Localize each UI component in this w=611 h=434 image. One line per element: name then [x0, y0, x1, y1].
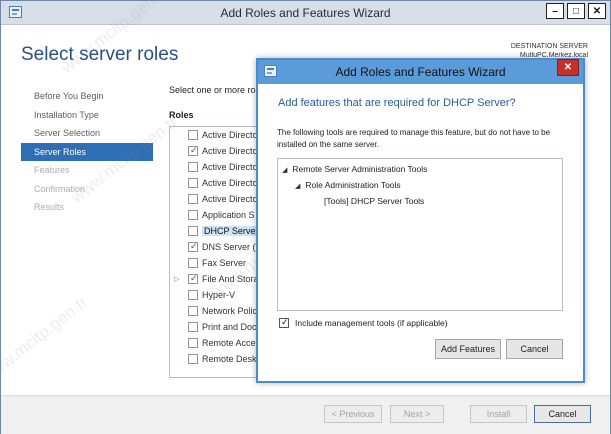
role-checkbox[interactable] — [188, 145, 198, 156]
minimize-button[interactable]: – — [546, 3, 564, 19]
tree-item-dhcp-server-tools: [Tools] DHCP Server Tools — [324, 196, 424, 206]
dialog-title: Add Roles and Features Wizard — [335, 65, 506, 79]
role-checkbox[interactable] — [188, 226, 198, 236]
role-item[interactable]: Fax Server — [170, 255, 268, 271]
role-item[interactable]: Remote Acce — [170, 335, 268, 351]
role-checkbox[interactable] — [188, 210, 198, 220]
role-label: Remote Desk — [202, 354, 257, 364]
title-bar[interactable]: Add Roles and Features Wizard – □ ✕ — [1, 1, 610, 25]
role-label: Print and Doc — [202, 322, 257, 332]
dialog-description: The following tools are required to mana… — [277, 128, 551, 149]
role-checkbox[interactable] — [188, 290, 198, 300]
wizard-nav: Before You Begin Installation Type Serve… — [21, 87, 153, 217]
instruction-area: Select one or more ro — [169, 85, 256, 95]
dialog-cancel-button[interactable]: Cancel — [506, 339, 563, 359]
page-title: Select server roles — [21, 44, 179, 65]
role-label: Fax Server — [202, 258, 247, 268]
tree-item-label: Remote Server Administration Tools — [292, 164, 428, 174]
nav-item-server-selection[interactable]: Server Selection — [21, 124, 153, 143]
dialog-close-button[interactable]: ✕ — [557, 59, 579, 76]
role-item[interactable]: Active Directo — [170, 143, 268, 159]
tree-item-remote-server-admin-tools[interactable]: ◢ Remote Server Administration Tools — [282, 164, 427, 174]
role-label: File And Stora — [202, 274, 259, 284]
include-management-tools-checkbox[interactable] — [279, 317, 289, 328]
tree-item-label: Role Administration Tools — [305, 180, 401, 190]
expand-arrow-icon[interactable]: ▷ — [174, 275, 179, 283]
maximize-button[interactable]: □ — [567, 3, 585, 19]
role-item[interactable]: Remote Desk — [170, 351, 268, 367]
role-label: Hyper-V — [202, 290, 236, 300]
role-label: Application S — [202, 210, 255, 220]
role-item[interactable]: Active Directo — [170, 191, 268, 207]
role-checkbox[interactable] — [188, 338, 198, 348]
nav-item-confirmation: Confirmation — [34, 183, 86, 194]
nav-item-installation-type[interactable]: Installation Type — [21, 106, 153, 125]
nav-item-server-roles[interactable]: Server Roles — [21, 142, 153, 161]
window-controls: – □ ✕ — [546, 3, 606, 19]
tree-item-role-admin-tools[interactable]: ◢ Role Administration Tools — [295, 180, 401, 190]
role-checkbox[interactable] — [188, 241, 198, 252]
previous-button[interactable]: < Previous — [324, 405, 382, 423]
wizard-footer: < Previous Next > Install Cancel — [1, 395, 610, 434]
destination-server-label: DESTINATION SERVER — [510, 43, 588, 50]
collapse-triangle-icon[interactable]: ◢ — [282, 167, 287, 174]
include-management-tools-label: Include management tools (if applicable) — [295, 318, 448, 328]
role-checkbox[interactable] — [188, 354, 198, 364]
role-label: Active Directo — [202, 130, 258, 140]
role-item[interactable]: Hyper-V — [170, 287, 268, 303]
required-features-tree[interactable]: ◢ Remote Server Administration Tools ◢ Rol… — [277, 158, 563, 311]
add-features-button[interactable]: Add Features — [435, 339, 501, 359]
role-checkbox[interactable] — [188, 306, 198, 316]
include-management-tools[interactable]: Include management tools (if applicable) — [279, 317, 448, 328]
role-label: DNS Server (I — [202, 242, 259, 252]
install-button[interactable]: Install — [470, 405, 527, 423]
required-features-dialog: Add Roles and Features Wizard ✕ Add feat… — [256, 58, 585, 383]
role-checkbox[interactable] — [188, 273, 198, 284]
role-checkbox[interactable] — [188, 130, 198, 140]
window-title: Add Roles and Features Wizard — [220, 6, 391, 20]
role-item[interactable]: DNS Server (I — [170, 239, 268, 255]
role-item[interactable]: Print and Doc — [170, 319, 268, 335]
role-label: DHCP Server — [202, 226, 261, 236]
dialog-heading: Add features that are required for DHCP … — [278, 97, 516, 109]
roles-header: Roles — [169, 110, 194, 120]
collapse-triangle-icon[interactable]: ◢ — [295, 183, 300, 190]
cancel-button[interactable]: Cancel — [534, 405, 591, 423]
nav-item-features: Features — [34, 165, 70, 175]
role-label: Active Directo — [202, 194, 258, 204]
role-checkbox[interactable] — [188, 322, 198, 332]
role-item[interactable]: Application S — [170, 207, 268, 223]
role-item[interactable]: Network Polic — [170, 303, 268, 319]
role-label: Network Polic — [202, 306, 258, 316]
role-checkbox[interactable] — [188, 194, 198, 204]
role-label: Remote Acce — [202, 338, 256, 348]
dialog-title-bar[interactable]: Add Roles and Features Wizard ✕ — [258, 59, 583, 84]
nav-item-before-you-begin[interactable]: Before You Begin — [21, 87, 153, 106]
role-label: Active Directo — [202, 178, 258, 188]
next-button[interactable]: Next > — [390, 405, 444, 423]
instruction-text: Select one or more ro — [169, 85, 256, 95]
role-item[interactable]: Active Directo — [170, 159, 268, 175]
role-item[interactable]: ▷ File And Stora — [170, 271, 268, 287]
role-label: Active Directo — [202, 146, 258, 156]
tree-item-label: [Tools] DHCP Server Tools — [324, 196, 425, 206]
nav-item-results: Results — [34, 202, 65, 212]
role-checkbox[interactable] — [188, 178, 198, 188]
role-item[interactable]: Active Directo — [170, 175, 268, 191]
role-checkbox[interactable] — [188, 162, 198, 172]
close-button[interactable]: ✕ — [588, 3, 606, 19]
roles-list[interactable]: Active Directo Active Directo Active Dir… — [169, 126, 269, 378]
role-item-dhcp-server[interactable]: DHCP Server — [170, 223, 268, 239]
role-checkbox[interactable] — [188, 258, 198, 268]
role-item[interactable]: Active Directo — [170, 127, 268, 143]
role-label: Active Directo — [202, 162, 258, 172]
